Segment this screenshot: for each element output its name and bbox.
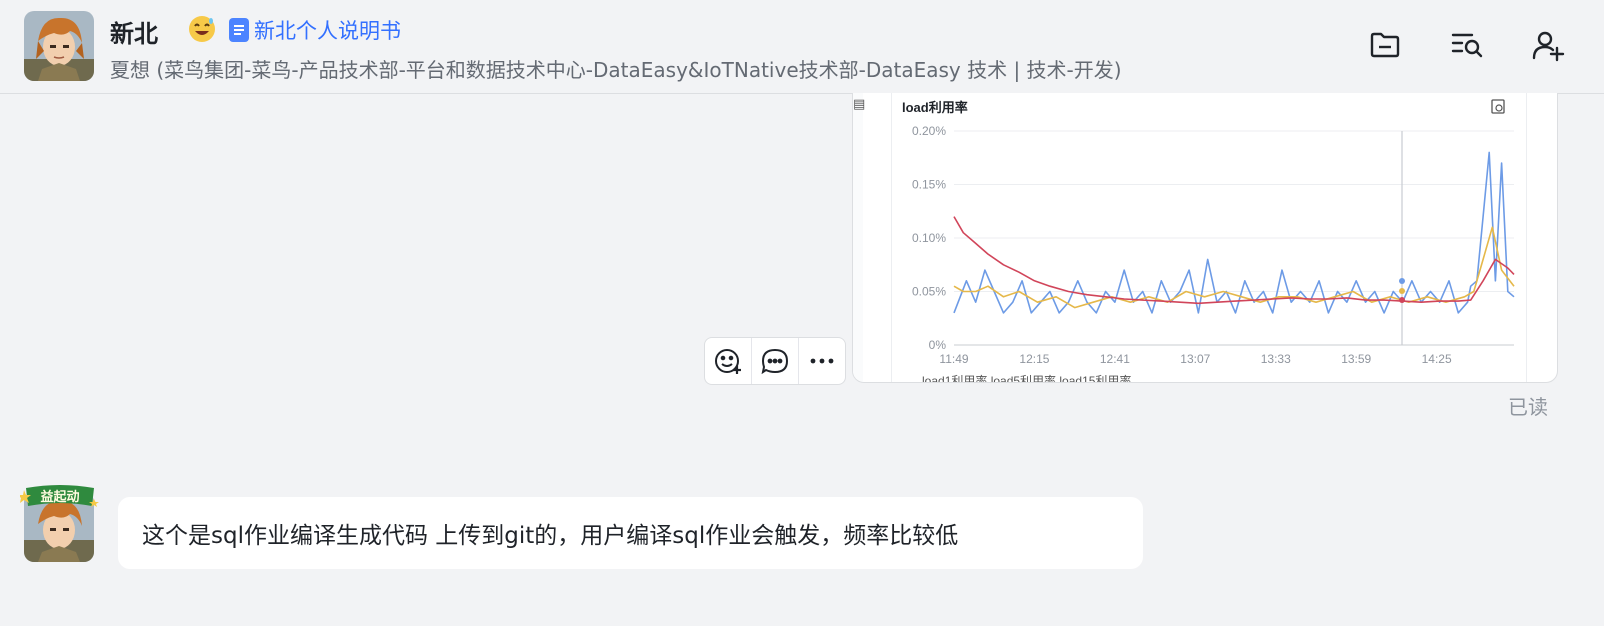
x-tick-label: 11:49 — [939, 352, 968, 366]
hover-point-load5 — [1399, 288, 1405, 294]
chart-legend: load1利用率 load5利用率 load15利用率 — [922, 373, 1131, 382]
read-status: 已读 — [1508, 395, 1548, 419]
chart-panel: load利用率 0% 0.05% 0.10% 0.15% 0.20% 11:49 12:15… — [891, 93, 1527, 382]
chart-title: load利用率 — [902, 100, 968, 115]
badge-label: 益起动 — [40, 489, 79, 505]
doc-link-label: 新北个人说明书 — [254, 19, 401, 43]
add-member-icon[interactable] — [1531, 28, 1565, 62]
x-tick-label: 13:07 — [1180, 352, 1210, 366]
y-tick-label: 0.05% — [912, 285, 946, 299]
neighbor-panel: ▤ — [853, 93, 866, 382]
chat-avatar[interactable] — [24, 11, 94, 81]
x-tick-label: 13:59 — [1341, 352, 1371, 366]
series-load1-line — [953, 151, 1515, 314]
x-tick-label: 13:33 — [1261, 352, 1291, 366]
reply-button[interactable] — [752, 338, 799, 384]
reply-icon — [761, 348, 789, 375]
chart-zoom-icon[interactable] — [1491, 99, 1505, 114]
more-button[interactable] — [799, 338, 845, 384]
load-utilization-chart: load利用率 0% 0.05% 0.10% 0.15% 0.20% 11:49 12:15… — [902, 99, 1515, 382]
chat-header: 新北 新北个人说明书 夏想 (菜鸟集团-菜鸟-产品技术部-平台和数据技术中心-D… — [0, 0, 1604, 94]
series-load5-line — [953, 226, 1515, 309]
grinning-sweat-emoji-icon — [187, 14, 217, 44]
y-tick-label: 0.15% — [912, 178, 946, 192]
folder-icon[interactable] — [1368, 28, 1402, 62]
x-tick-label: 14:25 — [1422, 352, 1452, 366]
x-tick-label: 12:15 — [1019, 352, 1049, 366]
message-bubble[interactable]: 这个是sql作业编译生成代码 上传到git的，用户编译sql作业会触发，频率比较… — [118, 497, 1143, 569]
y-tick-label: 0.10% — [912, 231, 946, 245]
add-reaction-icon — [715, 349, 741, 374]
chat-title: 新北 — [110, 20, 158, 48]
y-tick-label: 0.20% — [912, 124, 946, 138]
hover-point-load1 — [1399, 278, 1405, 284]
search-history-icon[interactable] — [1450, 28, 1484, 62]
member-department: 夏想 (菜鸟集团-菜鸟-产品技术部-平台和数据技术中心-DataEasy&IoT… — [110, 58, 1122, 82]
series-load15-line — [953, 216, 1515, 305]
hover-point-load15 — [1399, 297, 1405, 303]
neighbor-panel-icon: ▤ — [853, 97, 866, 112]
x-tick-label: 12:41 — [1100, 352, 1130, 366]
document-icon — [228, 17, 250, 43]
message-action-bar — [704, 337, 846, 385]
more-icon — [810, 358, 834, 364]
message-text: 这个是sql作业编译生成代码 上传到git的，用户编译sql作业会触发，频率比较… — [142, 523, 959, 549]
image-message[interactable]: ▤ load利用率 0% 0.05% 0.10% 0.15% 0.20% 11:49 12:… — [852, 93, 1558, 383]
personal-manual-link[interactable]: 新北个人说明书 — [228, 14, 401, 46]
sender-badge: 益起动 — [18, 484, 100, 510]
add-reaction-button[interactable] — [705, 338, 752, 384]
y-tick-label: 0% — [929, 338, 947, 352]
